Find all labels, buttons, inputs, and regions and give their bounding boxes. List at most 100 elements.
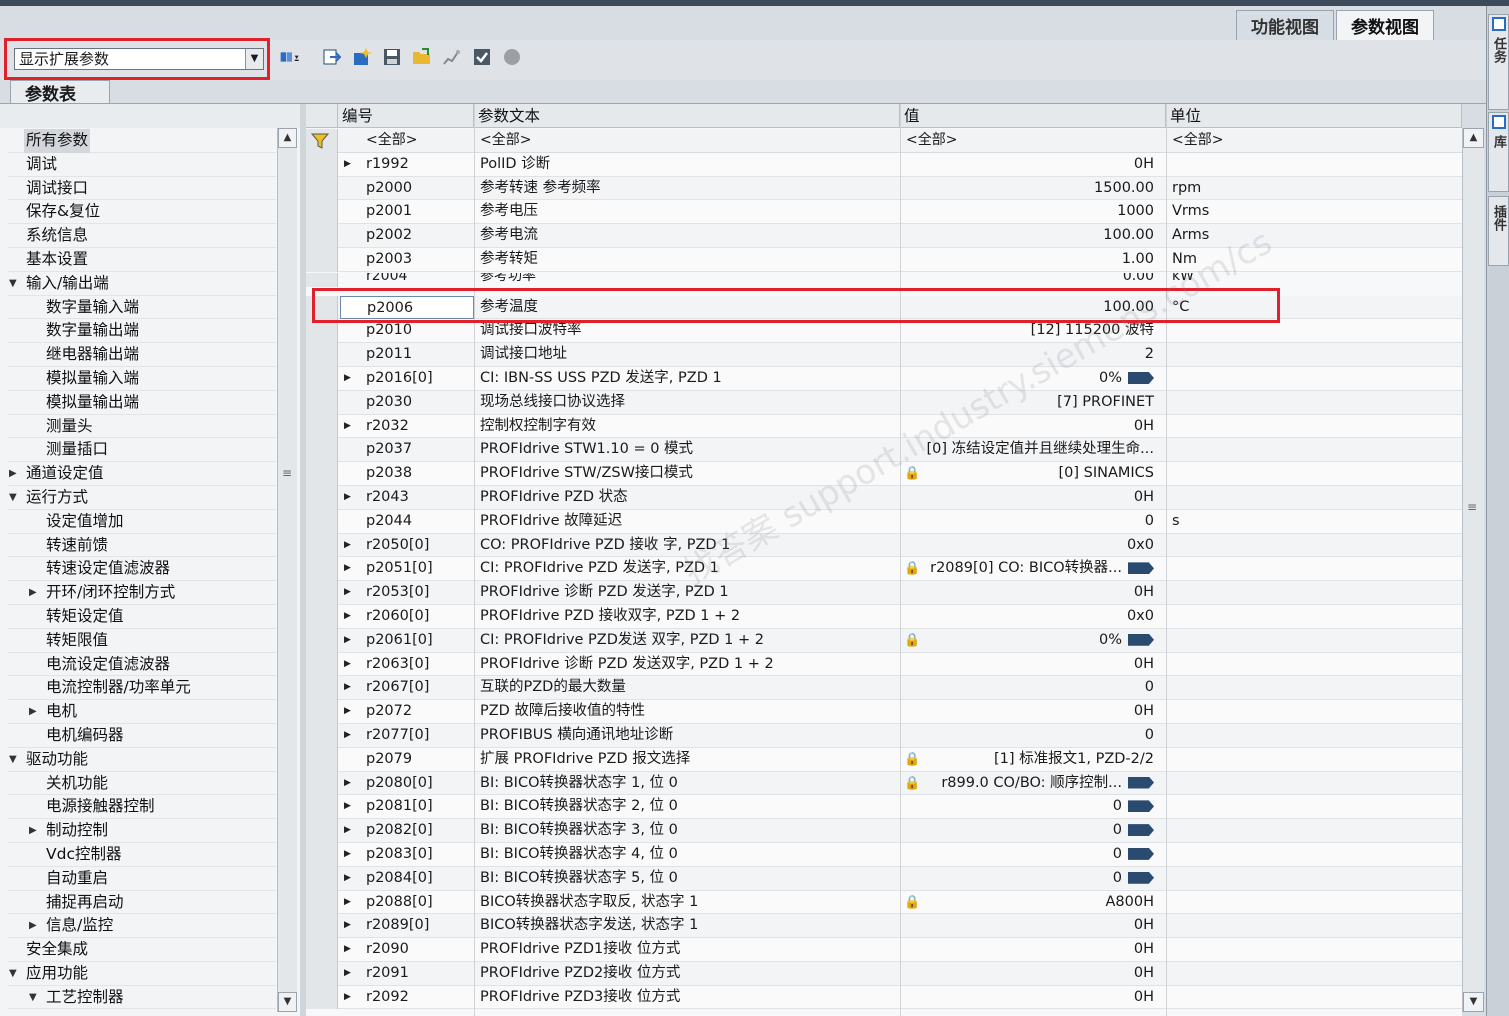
chevron-down-icon[interactable]: ▼ [1463, 992, 1484, 1012]
expand-right-icon[interactable]: ▶ [344, 415, 356, 439]
open-folder-icon[interactable] [412, 47, 432, 67]
table-row[interactable]: ▶ r1992 PolID 诊断 0H [306, 152, 1462, 177]
expand-right-icon[interactable]: ▶ [344, 676, 356, 700]
row-gutter[interactable] [306, 224, 338, 248]
table-row[interactable]: p2079 扩展 PROFIdrive PZD 报文选择 🔒 [1] 标准报文1, P… [306, 747, 1462, 772]
row-gutter[interactable] [306, 414, 338, 439]
table-row[interactable]: ▶ p2084[0] BI: BICO转换器状态字 5, 位 0 0 [306, 866, 1462, 891]
table-row[interactable]: ▶ r2089[0] BICO转换器状态字发送, 状态字 1 0H [306, 914, 1462, 939]
table-row[interactable]: ▶ p2080[0] BI: BICO转换器状态字 1, 位 0 🔒 r899.0 CO… [306, 771, 1462, 796]
bico-connector-icon[interactable] [1128, 800, 1154, 813]
tree-item[interactable]: ▼ 输入/输出端 [8, 272, 276, 296]
bico-connector-icon[interactable] [1128, 847, 1154, 860]
bico-connector-icon[interactable] [1128, 633, 1154, 646]
param-value[interactable]: 0 [900, 843, 1160, 867]
table-row[interactable]: p2037 PROFIdrive STW1.10 = 0 模式 [0] 冻结设定值并… [306, 438, 1462, 463]
row-gutter[interactable] [306, 604, 338, 629]
tree-item[interactable]: ▶ 信息/监控 [8, 914, 276, 939]
tree-item[interactable]: 数字量输入端 [8, 296, 276, 320]
expand-right-icon[interactable]: ▶ [344, 724, 356, 748]
sidebar-tab-plugins[interactable]: 插件 [1488, 196, 1509, 266]
param-value[interactable]: 0H [900, 153, 1160, 177]
table-row[interactable]: p2030 现场总线接口协议选择 [7] PROFINET [306, 390, 1462, 415]
row-gutter[interactable] [306, 509, 338, 534]
tree-item[interactable]: 转速前馈 [8, 534, 276, 558]
row-gutter[interactable] [306, 747, 338, 772]
filter-value[interactable]: <全部> [906, 129, 1156, 153]
expand-down-icon[interactable]: ▼ [9, 272, 17, 296]
table-row[interactable]: ▶ r2053[0] PROFIdrive 诊断 PZD 发送字, PZD 1 0H [306, 581, 1462, 605]
tree-item[interactable]: Vdc控制器 [8, 843, 276, 867]
row-gutter[interactable] [306, 628, 338, 653]
table-row[interactable]: ▶ p2083[0] BI: BICO转换器状态字 4, 位 0 0 [306, 842, 1462, 867]
expand-right-icon[interactable]: ▶ [344, 653, 356, 677]
chevron-up-icon[interactable]: ▲ [1463, 128, 1484, 148]
row-gutter[interactable] [306, 485, 338, 510]
tree-item[interactable]: 调试 [8, 153, 276, 177]
tree-item[interactable]: ▼ 应用功能 [8, 962, 276, 986]
table-row[interactable]: ▶ p2088[0] BICO转换器状态字取反, 状态字 1 🔒 A800H [306, 890, 1462, 915]
table-row[interactable]: p2003 参考转矩 1.00 Nm [306, 247, 1462, 272]
tree-item[interactable]: 转矩设定值 [8, 605, 276, 629]
param-value[interactable]: 0 [900, 676, 1160, 700]
table-row[interactable]: ▶ r2032 控制权控制字有效 0H [306, 414, 1462, 439]
param-value[interactable]: 0 [900, 819, 1160, 843]
param-value[interactable]: 0H [900, 700, 1160, 724]
expand-right-icon[interactable]: ▶ [344, 629, 356, 653]
table-row[interactable]: p2002 参考电流 100.00 Arms [306, 224, 1462, 248]
param-value[interactable]: r899.0 CO/BO: 顺序控制... [900, 772, 1160, 796]
table-row[interactable]: p2001 参考电压 1000 Vrms [306, 200, 1462, 225]
table-row[interactable]: p2044 PROFIdrive 故障延迟 0 s [306, 509, 1462, 534]
tree-item[interactable]: 调试接口 [8, 177, 276, 201]
column-header-text[interactable]: 参数文本 [474, 104, 900, 128]
row-gutter[interactable] [306, 462, 338, 486]
sort-columns-icon[interactable] [280, 47, 300, 67]
tree-item[interactable]: 转矩限值 [8, 629, 276, 653]
bico-connector-icon[interactable] [1128, 371, 1154, 384]
param-value[interactable]: 2 [900, 343, 1160, 367]
column-header-unit[interactable]: 单位 [1166, 104, 1462, 128]
expand-right-icon[interactable]: ▶ [344, 914, 356, 938]
row-gutter[interactable] [306, 914, 338, 939]
save-icon[interactable] [382, 47, 402, 67]
table-row[interactable]: ▶ r2092 PROFIdrive PZD3接收 位方式 0H [306, 985, 1462, 1010]
tree-item[interactable]: 保存&复位 [8, 200, 276, 225]
tree-item[interactable]: ▶ 开环/闭环控制方式 [8, 581, 276, 605]
param-value[interactable]: 0H [900, 486, 1160, 510]
tree-item[interactable]: ▶ 通道设定值 [8, 462, 276, 486]
tree-item[interactable]: 模拟量输出端 [8, 391, 276, 415]
expand-right-icon[interactable]: ▶ [344, 986, 356, 1010]
expand-right-icon[interactable]: ▶ [344, 153, 356, 177]
table-row[interactable]: ▶ p2061[0] CI: PROFIdrive PZD发送 双字, PZD 1 … [306, 628, 1462, 653]
tree-item[interactable]: 捕捉再启动 [8, 891, 276, 915]
chevron-up-icon[interactable]: ▲ [278, 128, 297, 148]
tree-item[interactable]: ▼ 工艺控制器 [8, 986, 276, 1010]
param-value[interactable]: 0H [900, 938, 1160, 962]
bico-connector-icon[interactable] [1128, 824, 1154, 837]
row-gutter[interactable] [306, 819, 338, 843]
status-circle-icon[interactable] [502, 47, 522, 67]
param-value[interactable]: r2089[0] CO: BICO转换器... [900, 557, 1160, 581]
tree-scrollbar[interactable]: ▲ ≡ ▼ [277, 128, 297, 1012]
new-parameter-icon[interactable] [352, 47, 372, 67]
expand-right-icon[interactable]: ▶ [344, 938, 356, 962]
param-value[interactable]: 0 [900, 724, 1160, 748]
row-gutter[interactable] [306, 985, 338, 1010]
tab-function-view[interactable]: 功能视图 [1236, 10, 1334, 40]
expand-right-icon[interactable]: ▶ [344, 605, 356, 629]
tree-item[interactable]: 设定值增加 [8, 510, 276, 534]
tree-item[interactable]: 电流控制器/功率单元 [8, 676, 276, 701]
tree-item[interactable]: 系统信息 [8, 224, 276, 248]
table-scrollbar[interactable]: ▲ ≡ ▼ [1462, 128, 1484, 1012]
expand-right-icon[interactable]: ▶ [29, 700, 37, 724]
column-header-value[interactable]: 值 [900, 104, 1166, 128]
row-gutter[interactable] [306, 842, 338, 867]
row-gutter[interactable] [306, 676, 338, 701]
expand-down-icon[interactable]: ▼ [9, 962, 17, 986]
row-gutter[interactable] [306, 557, 338, 582]
bico-connector-icon[interactable] [1128, 871, 1154, 884]
param-value[interactable]: 0H [900, 914, 1160, 938]
tree-item[interactable]: ▶ 制动控制 [8, 819, 276, 843]
param-value[interactable]: 1500.00 [900, 177, 1160, 201]
expand-right-icon[interactable]: ▶ [344, 534, 356, 558]
